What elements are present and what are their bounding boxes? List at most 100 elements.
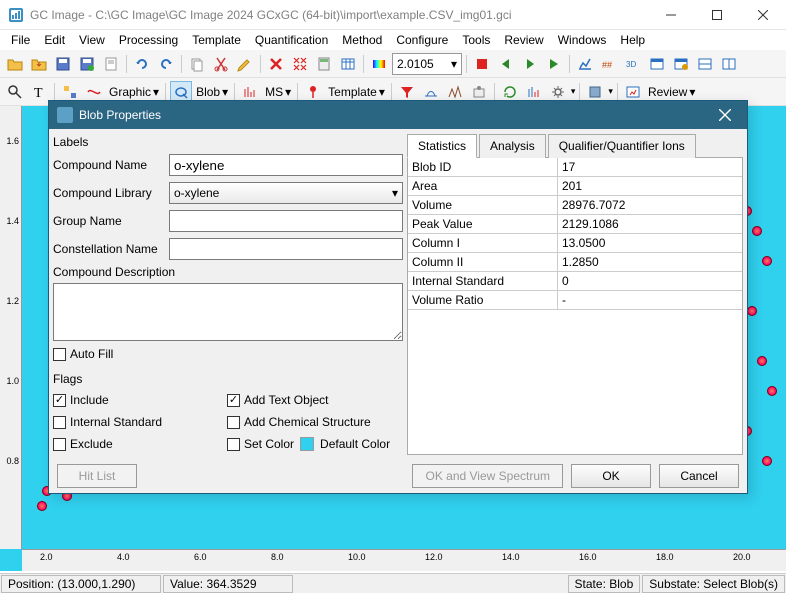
edit-icon[interactable]: [234, 53, 256, 75]
internal-standard-label: Internal Standard: [70, 415, 162, 429]
compound-description-label: Compound Description: [53, 263, 403, 281]
dialog-close-button[interactable]: [711, 101, 739, 129]
chevron-down-icon: ▾: [153, 85, 159, 99]
set-color-checkbox[interactable]: [227, 438, 240, 451]
minimize-button[interactable]: [648, 0, 694, 30]
status-substate: Substate: Select Blob(s): [642, 575, 785, 593]
svg-text:3D: 3D: [626, 60, 636, 69]
import-icon[interactable]: [28, 53, 50, 75]
table-icon[interactable]: [337, 53, 359, 75]
chevron-down-icon[interactable]: ▾: [571, 86, 576, 97]
exclude-label: Exclude: [70, 437, 113, 451]
menu-tools[interactable]: Tools: [455, 31, 497, 49]
menu-help[interactable]: Help: [613, 31, 652, 49]
window2-icon[interactable]: [670, 53, 692, 75]
menu-configure[interactable]: Configure: [389, 31, 455, 49]
chevron-down-icon: ▾: [285, 85, 291, 99]
maximize-button[interactable]: [694, 0, 740, 30]
set-color-label: Set Color: [244, 437, 294, 451]
review-dropdown[interactable]: Review ▾: [646, 85, 697, 99]
app-icon: [8, 7, 24, 23]
play-icon[interactable]: [543, 53, 565, 75]
menu-review[interactable]: Review: [497, 31, 550, 49]
compound-description-input[interactable]: [53, 283, 403, 341]
blob-dropdown[interactable]: Blob ▾: [194, 85, 230, 99]
calculator-icon[interactable]: [313, 53, 335, 75]
cut-icon[interactable]: [210, 53, 232, 75]
color-swatch[interactable]: [300, 437, 314, 451]
undo-icon[interactable]: [131, 53, 153, 75]
tabs: Statistics Analysis Qualifier/Quantifier…: [407, 133, 743, 158]
chevron-down-icon: ▾: [451, 57, 457, 71]
chart-icon[interactable]: [574, 53, 596, 75]
constellation-name-input[interactable]: [169, 238, 403, 260]
stat-value: 0: [558, 272, 742, 290]
stat-value: 28976.7072: [558, 196, 742, 214]
ok-view-spectrum-button[interactable]: OK and View Spectrum: [412, 464, 563, 488]
stat-label: Peak Value: [408, 215, 558, 233]
hit-list-button[interactable]: Hit List: [57, 464, 137, 488]
autofill-checkbox[interactable]: [53, 348, 66, 361]
status-state: State: Blob: [568, 575, 641, 593]
menu-method[interactable]: Method: [335, 31, 389, 49]
add-text-checkbox[interactable]: ✓: [227, 394, 240, 407]
include-checkbox[interactable]: ✓: [53, 394, 66, 407]
toolbar-1: 2.0105▾ ## 3D: [0, 50, 786, 78]
next-icon[interactable]: [519, 53, 541, 75]
template-dropdown[interactable]: Template ▾: [326, 85, 387, 99]
compound-library-label: Compound Library: [53, 186, 169, 200]
chevron-down-icon: ▾: [392, 186, 398, 200]
group-name-label: Group Name: [53, 214, 169, 228]
copy-icon[interactable]: [186, 53, 208, 75]
open-icon[interactable]: [4, 53, 26, 75]
ms-dropdown[interactable]: MS ▾: [263, 85, 293, 99]
chevron-down-icon[interactable]: ▾: [608, 86, 613, 97]
redo-icon[interactable]: [155, 53, 177, 75]
stop-icon[interactable]: [471, 53, 493, 75]
flags-header: Flags: [53, 370, 403, 388]
threed-icon[interactable]: 3D: [622, 53, 644, 75]
graphic-dropdown[interactable]: Graphic ▾: [107, 85, 161, 99]
text-tool-icon[interactable]: T: [28, 81, 50, 103]
internal-standard-checkbox[interactable]: [53, 416, 66, 429]
tab-analysis[interactable]: Analysis: [479, 134, 546, 158]
menu-file[interactable]: File: [4, 31, 37, 49]
zoom-combo[interactable]: 2.0105▾: [392, 53, 462, 75]
stat-value: 17: [558, 158, 742, 176]
exclude-checkbox[interactable]: [53, 438, 66, 451]
menu-template[interactable]: Template: [185, 31, 248, 49]
cancel-button[interactable]: Cancel: [659, 464, 739, 488]
tab-qualifier[interactable]: Qualifier/Quantifier Ions: [548, 134, 696, 158]
report-icon[interactable]: [100, 53, 122, 75]
menu-processing[interactable]: Processing: [112, 31, 185, 49]
save-icon[interactable]: [52, 53, 74, 75]
add-chem-checkbox[interactable]: [227, 416, 240, 429]
save-as-icon[interactable]: [76, 53, 98, 75]
delete-all-icon[interactable]: [289, 53, 311, 75]
compound-library-combo[interactable]: o-xylene▾: [169, 182, 403, 204]
blob-properties-dialog: Blob Properties Labels Compound Name Com…: [48, 100, 748, 494]
delete-red-icon[interactable]: [265, 53, 287, 75]
dialog-icon: [57, 107, 73, 123]
compound-name-input[interactable]: [169, 154, 403, 176]
colormap-icon[interactable]: [368, 53, 390, 75]
ok-button[interactable]: OK: [571, 464, 651, 488]
stat-label: Internal Standard: [408, 272, 558, 290]
hash-icon[interactable]: ##: [598, 53, 620, 75]
dialog-titlebar[interactable]: Blob Properties: [49, 101, 747, 129]
window1-icon[interactable]: [646, 53, 668, 75]
window4-icon[interactable]: [718, 53, 740, 75]
add-text-label: Add Text Object: [244, 393, 329, 407]
stat-label: Column I: [408, 234, 558, 252]
include-label: Include: [70, 393, 109, 407]
menu-edit[interactable]: Edit: [37, 31, 72, 49]
window3-icon[interactable]: [694, 53, 716, 75]
prev-icon[interactable]: [495, 53, 517, 75]
menu-view[interactable]: View: [72, 31, 112, 49]
close-button[interactable]: [740, 0, 786, 30]
zoom-tool-icon[interactable]: [4, 81, 26, 103]
menu-windows[interactable]: Windows: [551, 31, 614, 49]
menu-quantification[interactable]: Quantification: [248, 31, 335, 49]
group-name-input[interactable]: [169, 210, 403, 232]
tab-statistics[interactable]: Statistics: [407, 134, 477, 158]
